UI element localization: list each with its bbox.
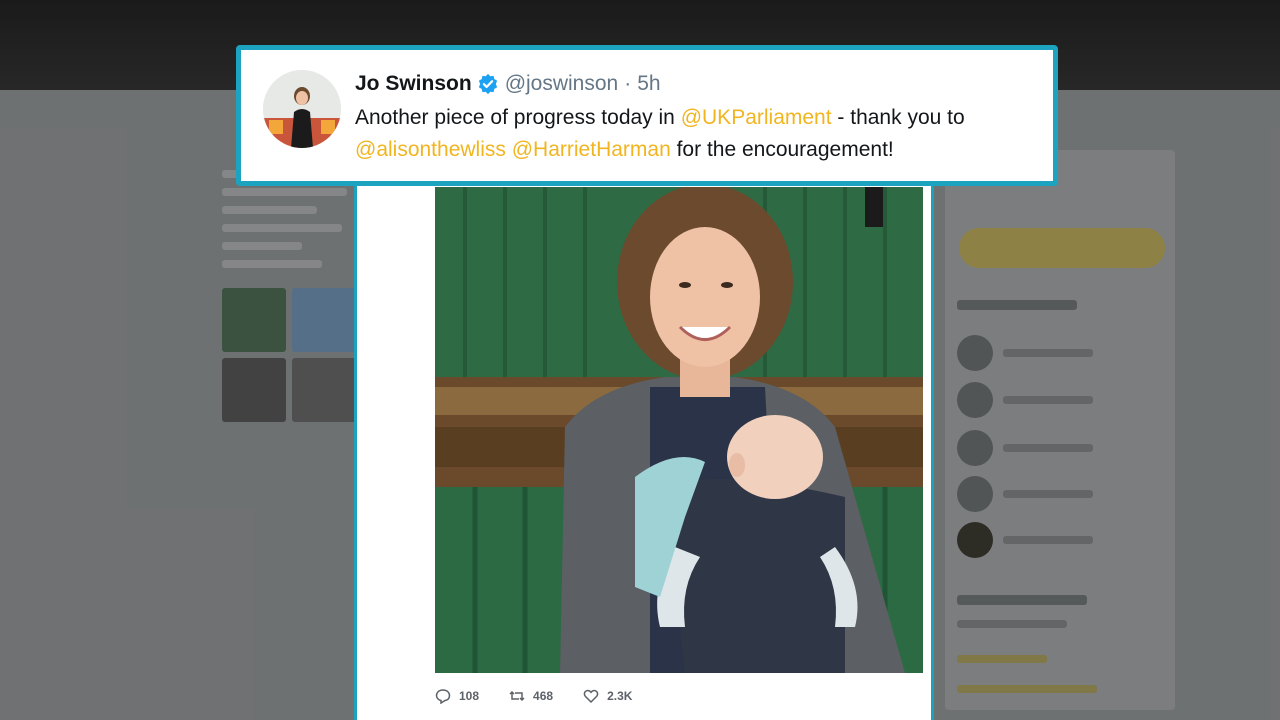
- retweet-icon: [509, 690, 525, 702]
- tweet-actions: 108 468 2.3K: [435, 688, 632, 704]
- like-count: 2.3K: [607, 689, 633, 703]
- mention-link[interactable]: @HarrietHarman: [512, 138, 671, 161]
- mention-link[interactable]: @alisonthewliss: [355, 138, 506, 161]
- reply-button[interactable]: 108: [435, 688, 479, 704]
- like-button[interactable]: 2.3K: [583, 688, 632, 704]
- retweet-button[interactable]: 468: [509, 688, 553, 704]
- tweet-timestamp[interactable]: 5h: [637, 72, 660, 96]
- tweet-text-part: for the encouragement!: [670, 138, 894, 161]
- header-separator: ·: [624, 72, 632, 95]
- tweet-header: Jo Swinson @joswinson · 5h: [355, 72, 661, 96]
- tweet-card: 108 468 2.3K: [354, 160, 934, 720]
- tweet-text-part: - thank you to: [831, 106, 965, 129]
- like-icon: [583, 689, 599, 704]
- tweet-highlight-box: Jo Swinson @joswinson · 5h Another piece…: [236, 45, 1058, 186]
- tweet-photo[interactable]: [435, 187, 923, 673]
- reply-count: 108: [459, 689, 480, 703]
- avatar-illustration: [263, 70, 341, 148]
- tweet-text: Another piece of progress today in @UKPa…: [355, 102, 1035, 166]
- author-handle[interactable]: @joswinson: [505, 72, 619, 96]
- reply-icon: [435, 689, 451, 704]
- avatar[interactable]: [263, 70, 341, 148]
- retweet-count: 468: [533, 689, 554, 703]
- verified-badge-icon: [478, 73, 497, 95]
- tweet-text-part: Another piece of progress today in: [355, 106, 681, 129]
- mention-link[interactable]: @UKParliament: [681, 106, 832, 129]
- photo-illustration: [435, 187, 923, 673]
- author-name[interactable]: Jo Swinson: [355, 72, 472, 96]
